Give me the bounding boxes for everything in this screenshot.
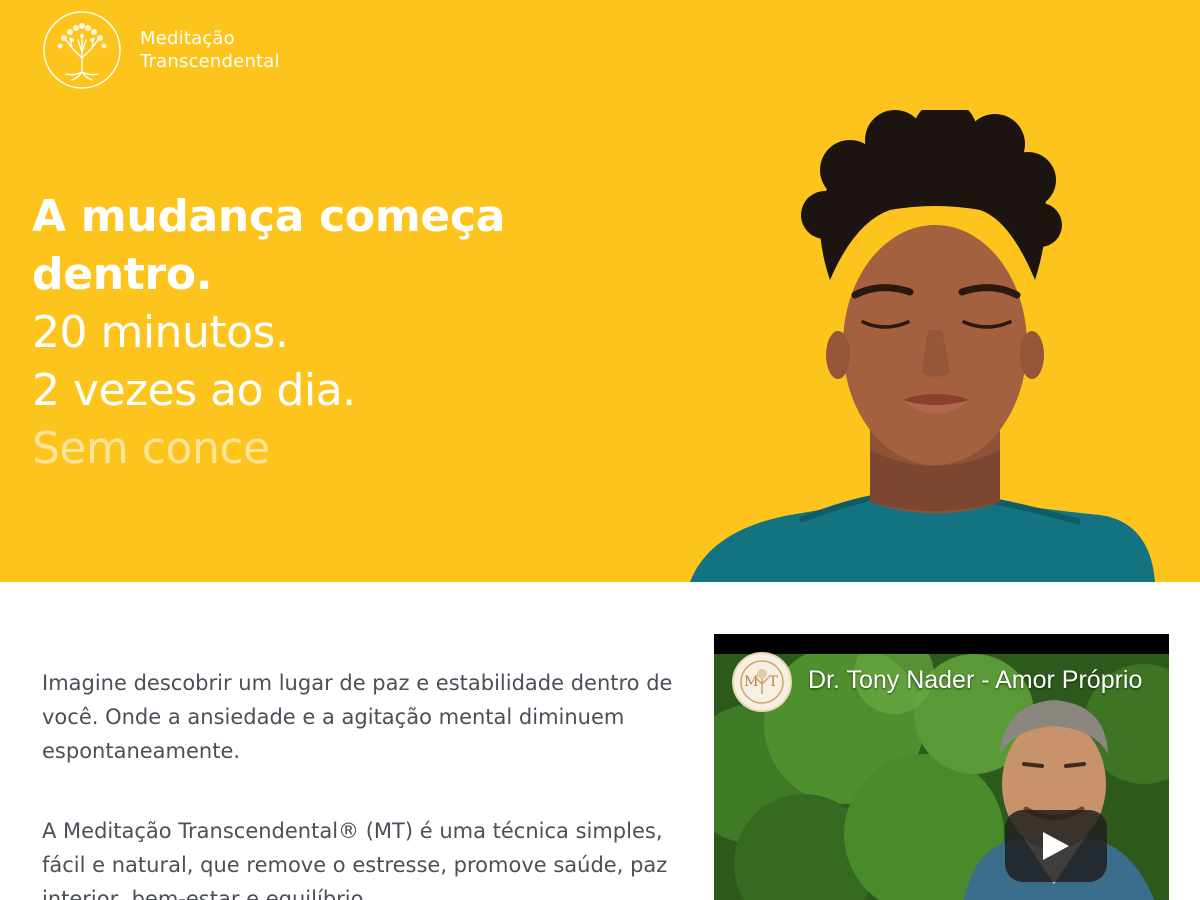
headline-line3: 20 minutos.: [32, 307, 289, 358]
hero-section: Meditação Transcendental A mudança começ…: [0, 0, 1200, 582]
headline-line4: 2 vezes ao dia.: [32, 365, 356, 416]
tree-icon: [43, 11, 121, 89]
channel-logo-text: MT: [744, 674, 788, 690]
play-button[interactable]: [1005, 810, 1107, 882]
video-title[interactable]: Dr. Tony Nader - Amor Próprio: [808, 666, 1142, 695]
play-icon: [1043, 832, 1069, 860]
intro-copy: Imagine descobrir um lugar de paz e esta…: [42, 666, 702, 900]
brand-name-line1: Meditação: [140, 28, 235, 49]
intro-paragraph-2: A Meditação Transcendental® (MT) é uma t…: [42, 819, 668, 900]
brand-name: Meditação Transcendental: [140, 27, 280, 73]
headline-typing-text: Sem conce: [32, 423, 270, 474]
hero-portrait-image: [690, 110, 1155, 582]
intro-paragraph-1: Imagine descobrir um lugar de paz e esta…: [42, 671, 673, 763]
brand-home-link[interactable]: Meditação Transcendental: [42, 10, 280, 90]
brand-name-line2: Transcendental: [140, 51, 280, 72]
channel-logo[interactable]: MT: [732, 652, 792, 712]
headline-bold-line2: dentro.: [32, 249, 213, 300]
intro-section: Imagine descobrir um lugar de paz e esta…: [0, 582, 1200, 900]
video-player[interactable]: MT Dr. Tony Nader - Amor Próprio: [714, 634, 1169, 900]
video-top-bar: [714, 634, 1169, 654]
headline-bold-line1: A mudança começa: [32, 191, 506, 242]
hero-headline: A mudança começa dentro. 20 minutos. 2 v…: [32, 188, 652, 478]
